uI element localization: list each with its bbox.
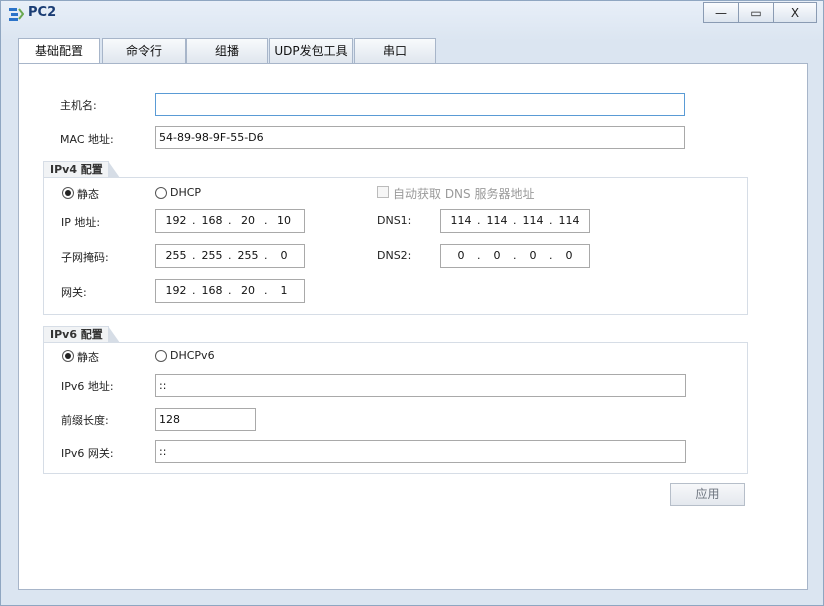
tab-multicast[interactable]: 组播 bbox=[186, 38, 268, 63]
basic-config-panel: 主机名: MAC 地址: 54-89-98-9F-55-D6 IPv4 配置 静… bbox=[18, 63, 808, 590]
dns1-input[interactable]: 114 . 114 . 114 . 114 bbox=[440, 209, 590, 233]
ip-address-label: IP 地址: bbox=[61, 216, 101, 229]
gateway-input[interactable]: 192 . 168 . 20 . 1 bbox=[155, 279, 305, 303]
dns2-octet-4: 0 bbox=[565, 249, 573, 262]
dns2-octet-2: 0 bbox=[493, 249, 501, 262]
minimize-icon: — bbox=[715, 5, 727, 20]
mask-octet-2: 255 bbox=[201, 249, 223, 262]
tab-basic-config[interactable]: 基础配置 bbox=[18, 38, 100, 65]
ipv4-static-label: 静态 bbox=[77, 188, 99, 201]
ipv4-group-title: IPv4 配置 bbox=[43, 161, 120, 178]
dns2-dot-2: . bbox=[513, 249, 517, 262]
minimize-button[interactable]: — bbox=[703, 2, 739, 23]
gateway-octet-1: 192 bbox=[165, 284, 187, 297]
maximize-icon: ▭ bbox=[750, 5, 762, 20]
mask-octet-4: 0 bbox=[280, 249, 288, 262]
ipv4-dhcp-radio[interactable] bbox=[155, 187, 167, 199]
subnet-mask-input[interactable]: 255 . 255 . 255 . 0 bbox=[155, 244, 305, 268]
ip-dot-2: . bbox=[228, 214, 232, 227]
prefix-length-label: 前缀长度: bbox=[61, 414, 109, 427]
dns1-dot-1: . bbox=[477, 214, 481, 227]
gateway-dot-2: . bbox=[228, 284, 232, 297]
ipv6-dhcp-radio[interactable] bbox=[155, 350, 167, 362]
ipv6-group: 静态 DHCPv6 IPv6 地址: :: 前缀长度: 128 IPv6 网关:… bbox=[43, 342, 748, 474]
ip-octet-4: 10 bbox=[277, 214, 291, 227]
ip-address-input[interactable]: 192 . 168 . 20 . 10 bbox=[155, 209, 305, 233]
ipv6-gateway-label: IPv6 网关: bbox=[61, 447, 114, 460]
ipv4-group: 静态 DHCP 自动获取 DNS 服务器地址 IP 地址: 192 . 168 … bbox=[43, 177, 748, 315]
mac-label: MAC 地址: bbox=[60, 133, 114, 146]
mask-octet-1: 255 bbox=[165, 249, 187, 262]
pc-app-icon bbox=[9, 8, 24, 21]
dns1-dot-2: . bbox=[513, 214, 517, 227]
ipv6-static-radio[interactable] bbox=[62, 350, 74, 362]
ipv6-group-title: IPv6 配置 bbox=[43, 326, 120, 343]
auto-dns-label: 自动获取 DNS 服务器地址 bbox=[393, 187, 535, 201]
window-controls: — ▭ X bbox=[703, 2, 817, 23]
gateway-octet-3: 20 bbox=[241, 284, 255, 297]
dns2-octet-1: 0 bbox=[457, 249, 465, 262]
tab-serial[interactable]: 串口 bbox=[354, 38, 436, 63]
ipv6-dhcp-label: DHCPv6 bbox=[170, 349, 215, 362]
gateway-dot-1: . bbox=[192, 284, 196, 297]
mask-dot-2: . bbox=[228, 249, 232, 262]
dns1-octet-2: 114 bbox=[486, 214, 508, 227]
tab-udp-tool[interactable]: UDP发包工具 bbox=[269, 38, 353, 63]
maximize-button[interactable]: ▭ bbox=[738, 2, 774, 23]
tab-command-line[interactable]: 命令行 bbox=[102, 38, 186, 63]
dns2-dot-3: . bbox=[549, 249, 553, 262]
close-button[interactable]: X bbox=[773, 2, 817, 23]
gateway-octet-2: 168 bbox=[201, 284, 223, 297]
window-title: PC2 bbox=[28, 5, 57, 20]
ipv6-gateway-input[interactable]: :: bbox=[155, 440, 686, 463]
ipv6-address-input[interactable]: :: bbox=[155, 374, 686, 397]
gateway-label: 网关: bbox=[61, 286, 87, 299]
dns1-octet-4: 114 bbox=[558, 214, 580, 227]
dns2-label: DNS2: bbox=[377, 249, 412, 262]
ipv6-address-label: IPv6 地址: bbox=[61, 380, 114, 393]
auto-dns-checkbox[interactable] bbox=[377, 186, 389, 198]
mask-dot-1: . bbox=[192, 249, 196, 262]
dns1-octet-1: 114 bbox=[450, 214, 472, 227]
ipv4-dhcp-label: DHCP bbox=[170, 186, 202, 199]
gateway-octet-4: 1 bbox=[280, 284, 288, 297]
ip-dot-1: . bbox=[192, 214, 196, 227]
close-icon: X bbox=[790, 5, 800, 20]
dns1-label: DNS1: bbox=[377, 214, 412, 227]
ipv4-static-radio[interactable] bbox=[62, 187, 74, 199]
gateway-dot-3: . bbox=[264, 284, 268, 297]
ip-octet-2: 168 bbox=[201, 214, 223, 227]
ipv6-static-label: 静态 bbox=[77, 351, 99, 364]
ip-octet-1: 192 bbox=[165, 214, 187, 227]
app-window: PC2 — ▭ X 基础配置 命令行 组播 UDP发包工具 串口 主机名: MA… bbox=[0, 0, 824, 606]
dns1-dot-3: . bbox=[549, 214, 553, 227]
dns2-dot-1: . bbox=[477, 249, 481, 262]
apply-button[interactable]: 应用 bbox=[670, 483, 745, 506]
mac-field[interactable]: 54-89-98-9F-55-D6 bbox=[155, 126, 685, 149]
hostname-label: 主机名: bbox=[60, 99, 97, 112]
dns2-octet-3: 0 bbox=[529, 249, 537, 262]
titlebar: PC2 — ▭ X bbox=[1, 1, 823, 27]
hostname-input[interactable] bbox=[155, 93, 685, 116]
mask-octet-3: 255 bbox=[237, 249, 259, 262]
ip-octet-3: 20 bbox=[241, 214, 255, 227]
dns1-octet-3: 114 bbox=[522, 214, 544, 227]
mask-dot-3: . bbox=[264, 249, 268, 262]
subnet-mask-label: 子网掩码: bbox=[61, 251, 109, 264]
prefix-length-input[interactable]: 128 bbox=[155, 408, 256, 431]
ip-dot-3: . bbox=[264, 214, 268, 227]
dns2-input[interactable]: 0 . 0 . 0 . 0 bbox=[440, 244, 590, 268]
